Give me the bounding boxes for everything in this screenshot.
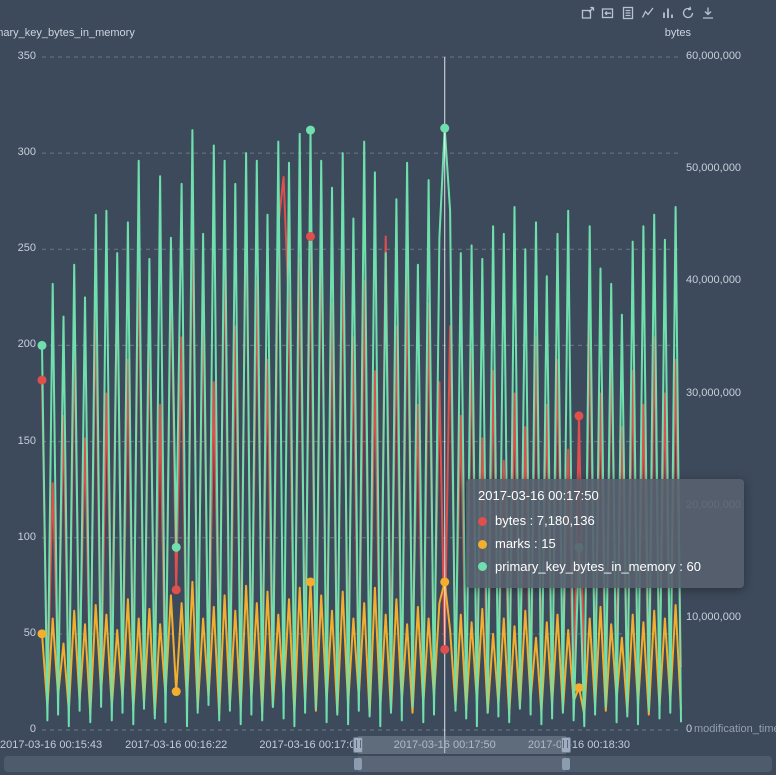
right-tick-label: 0 xyxy=(686,723,692,735)
series-marker-marks xyxy=(306,577,315,586)
left-axis-title: primary_key_bytes_in_memory xyxy=(0,27,135,39)
datazoom-right-handle[interactable] xyxy=(561,737,571,753)
datazoom-track-window[interactable] xyxy=(358,756,566,772)
x-tick-label: 2017-03-16 00:15:43 xyxy=(0,739,102,751)
refresh-icon[interactable] xyxy=(680,5,696,21)
left-tick-label: 150 xyxy=(4,435,36,447)
zoom-reset-icon[interactable] xyxy=(600,5,616,21)
tooltip-row-text: marks : 15 xyxy=(495,535,556,554)
series-marker-primary_key_bytes_in_memory xyxy=(306,126,315,135)
left-tick-label: 350 xyxy=(4,50,36,62)
right-tick-label: 60,000,000 xyxy=(686,50,741,62)
series-marker-primary_key_bytes_in_memory xyxy=(38,341,47,350)
left-tick-label: 300 xyxy=(4,146,36,158)
toolbar xyxy=(580,5,716,21)
right-tick-label: 10,000,000 xyxy=(686,611,741,623)
primary-key-series-dot xyxy=(478,562,487,571)
left-tick-label: 50 xyxy=(4,627,36,639)
chart-panel: primary_key_bytes_in_memory bytes 0 50 100… xyxy=(0,0,776,775)
series-marker-bytes xyxy=(172,585,181,594)
x-axis-title: modification_time xyxy=(694,723,776,735)
tooltip-row-marks: marks : 15 xyxy=(478,535,732,554)
series-marker-primary_key_bytes_in_memory xyxy=(172,543,181,552)
tooltip-title: 2017-03-16 00:17:50 xyxy=(478,487,732,506)
tooltip-row-primary-key: primary_key_bytes_in_memory : 60 xyxy=(478,558,732,577)
data-view-icon[interactable] xyxy=(620,5,636,21)
right-tick-label: 40,000,000 xyxy=(686,274,741,286)
series-marker-bytes xyxy=(440,645,449,654)
left-tick-label: 250 xyxy=(4,242,36,254)
line-chart-icon[interactable] xyxy=(640,5,656,21)
marks-series-dot xyxy=(478,540,487,549)
download-icon[interactable] xyxy=(700,5,716,21)
series-marker-marks xyxy=(38,629,47,638)
datazoom-track-right-handle[interactable] xyxy=(562,758,570,770)
series-marker-marks xyxy=(440,577,449,586)
tooltip-row-text: primary_key_bytes_in_memory : 60 xyxy=(495,558,701,577)
series-marker-bytes xyxy=(306,232,315,241)
bar-chart-icon[interactable] xyxy=(660,5,676,21)
series-marker-bytes xyxy=(38,376,47,385)
zoom-select-icon[interactable] xyxy=(580,5,596,21)
series-marker-bytes xyxy=(574,411,583,420)
series-marker-primary_key_bytes_in_memory xyxy=(440,124,449,133)
chart-plot[interactable] xyxy=(0,0,776,775)
x-tick-label: 2017-03-16 00:16:22 xyxy=(125,739,227,751)
tooltip-row-text: bytes : 7,180,136 xyxy=(495,512,595,531)
left-tick-label: 200 xyxy=(4,338,36,350)
series-marker-marks xyxy=(172,687,181,696)
tooltip: 2017-03-16 00:17:50 bytes : 7,180,136 ma… xyxy=(466,479,744,588)
tooltip-row-bytes: bytes : 7,180,136 xyxy=(478,512,732,531)
right-tick-label: 50,000,000 xyxy=(686,162,741,174)
x-tick-label: 2017-03-16 00:17:06 xyxy=(259,739,361,751)
datazoom-left-handle[interactable] xyxy=(353,737,363,753)
left-tick-label: 100 xyxy=(4,531,36,543)
right-tick-label: 30,000,000 xyxy=(686,387,741,399)
datazoom-track-left-handle[interactable] xyxy=(354,758,362,770)
series-marker-marks xyxy=(574,683,583,692)
right-axis-title: bytes xyxy=(665,27,691,39)
left-tick-label: 0 xyxy=(4,723,36,735)
bytes-series-dot xyxy=(478,517,487,526)
datazoom-window[interactable] xyxy=(358,736,566,754)
